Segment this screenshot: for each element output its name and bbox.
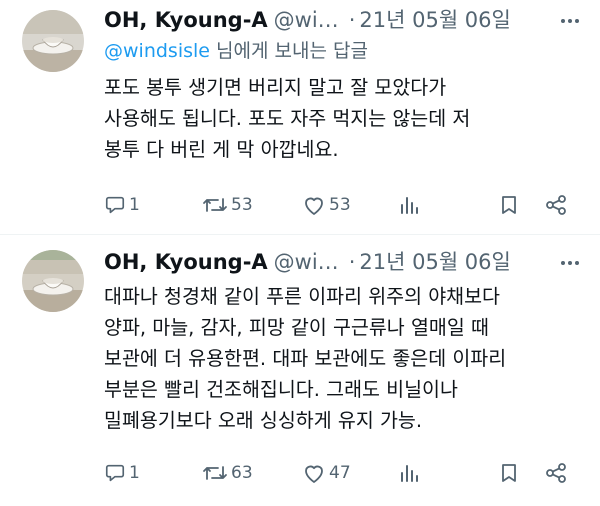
- reply-count: 1: [129, 195, 140, 215]
- separator-dot: ·: [348, 250, 356, 274]
- action-bar: 1 63 47: [104, 458, 574, 488]
- retweet-icon: [202, 462, 228, 484]
- tweet-divider: [0, 234, 600, 235]
- reply-icon: [104, 194, 126, 216]
- tweet-text-line: 포도 봉투 생기면 버리지 말고 잘 모았다가: [104, 76, 447, 99]
- bookmark-icon: [498, 194, 520, 216]
- like-count: 53: [329, 195, 351, 215]
- share-icon: [544, 462, 568, 484]
- views-button[interactable]: [398, 190, 420, 220]
- tweet-text: 포도 봉투 생기면 버리지 말고 잘 모았다가 사용해도 됩니다. 포도 자주 …: [104, 72, 582, 165]
- share-icon: [544, 194, 568, 216]
- like-button[interactable]: 47: [302, 458, 351, 488]
- reply-count: 1: [129, 463, 140, 483]
- more-icon[interactable]: [558, 4, 582, 36]
- reply-context-label: 님에게 보내는 답글: [209, 40, 368, 62]
- reply-context: @windsisle 님에게 보내는 답글: [104, 36, 582, 66]
- author-handle[interactable]: @wi…: [274, 250, 339, 274]
- action-bar: 1 53 53: [104, 190, 574, 220]
- retweet-button[interactable]: 63: [202, 458, 253, 488]
- more-icon[interactable]: [558, 246, 582, 278]
- tweet-text-line: 보관에 더 유용한편. 대파 보관에도 좋은데 이파리: [104, 347, 507, 370]
- share-button[interactable]: [544, 190, 568, 220]
- tweet-text-line: 밀폐용기보다 오래 싱싱하게 유지 가능.: [104, 409, 423, 432]
- tweet-text-line: 사용해도 됩니다. 포도 자주 먹지는 않는데 저: [104, 107, 471, 130]
- tweet-content: OH, Kyoung-A @wi… · 21년 05월 06일 대파나 청경채 같이 …: [104, 246, 582, 436]
- views-button[interactable]: [398, 458, 420, 488]
- tweet-text-line: 대파나 청경채 같이 푸른 이파리 위주의 야채보다: [104, 285, 500, 308]
- tweet-header: OH, Kyoung-A @wi… · 21년 05월 06일: [104, 246, 582, 278]
- retweet-button[interactable]: 53: [202, 190, 253, 220]
- views-icon: [398, 194, 420, 216]
- author-handle[interactable]: @wi…: [274, 8, 339, 32]
- retweet-icon: [202, 194, 228, 216]
- like-icon: [302, 194, 326, 216]
- avatar[interactable]: [22, 250, 84, 312]
- like-button[interactable]: 53: [302, 190, 351, 220]
- like-icon: [302, 462, 326, 484]
- reply-icon: [104, 462, 126, 484]
- tweet-text-line: 부분은 빨리 건조해집니다. 그래도 비닐이나: [104, 378, 458, 401]
- author-name[interactable]: OH, Kyoung-A: [104, 250, 268, 274]
- tweet-text: 대파나 청경채 같이 푸른 이파리 위주의 야채보다 양파, 마늘, 감자, 피…: [104, 281, 582, 436]
- retweet-count: 63: [231, 463, 253, 483]
- reply-button[interactable]: 1: [104, 190, 140, 220]
- bookmark-icon: [498, 462, 520, 484]
- share-button[interactable]: [544, 458, 568, 488]
- timestamp[interactable]: 21년 05월 06일: [359, 8, 510, 32]
- tweet-content: OH, Kyoung-A @wi… · 21년 05월 06일 @windsisle …: [104, 4, 582, 165]
- bookmark-button[interactable]: [498, 190, 520, 220]
- like-count: 47: [329, 463, 351, 483]
- reply-button[interactable]: 1: [104, 458, 140, 488]
- bookmark-button[interactable]: [498, 458, 520, 488]
- tweet-header: OH, Kyoung-A @wi… · 21년 05월 06일: [104, 4, 582, 36]
- views-icon: [398, 462, 420, 484]
- timestamp[interactable]: 21년 05월 06일: [359, 250, 510, 274]
- author-name[interactable]: OH, Kyoung-A: [104, 8, 268, 32]
- avatar[interactable]: [22, 10, 84, 72]
- retweet-count: 53: [231, 195, 253, 215]
- mention-link[interactable]: @windsisle: [104, 40, 210, 62]
- tweet-text-line: 봉투 다 버린 게 막 아깝네요.: [104, 138, 339, 161]
- tweet-text-line: 양파, 마늘, 감자, 피망 같이 구근류나 열매일 때: [104, 316, 489, 339]
- timeline: OH, Kyoung-A @wi… · 21년 05월 06일 @windsisle …: [0, 0, 600, 506]
- separator-dot: ·: [348, 8, 356, 32]
